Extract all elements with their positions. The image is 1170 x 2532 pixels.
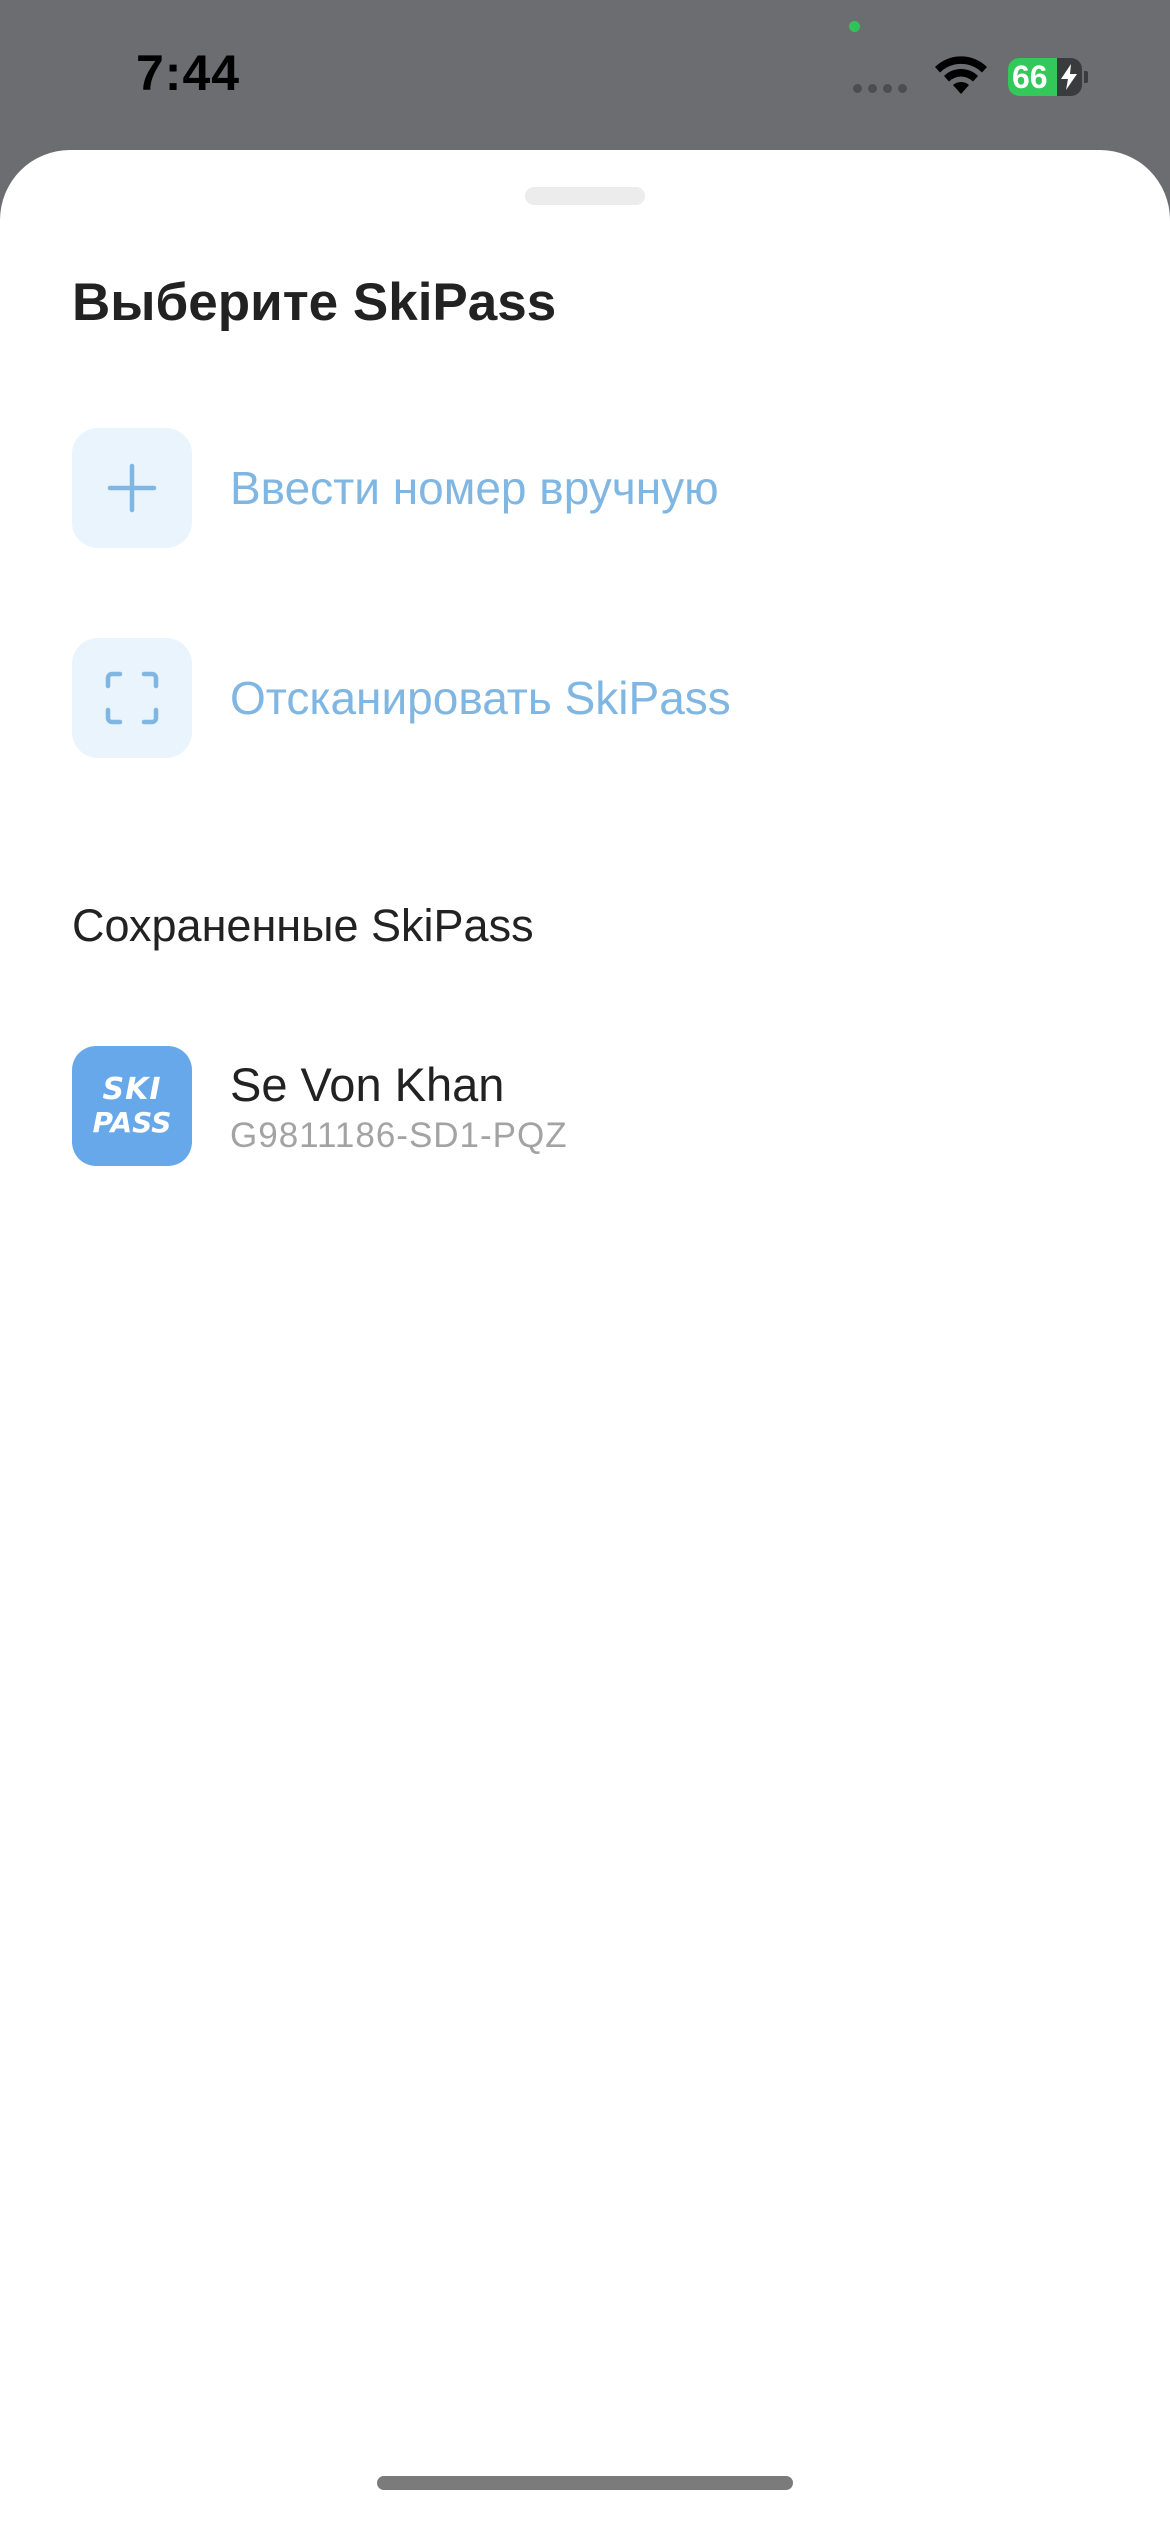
saved-skipass-text: Se Von Khan G9811186-SD1-PQZ <box>230 1057 568 1156</box>
saved-skipass-item[interactable]: SKI PASS Se Von Khan G9811186-SD1-PQZ <box>72 1045 1072 1167</box>
wifi-icon <box>935 56 987 94</box>
enter-number-manually-button[interactable]: Ввести номер вручную <box>72 427 1072 549</box>
enter-number-manually-label: Ввести номер вручную <box>230 462 719 514</box>
scan-frame-icon <box>72 638 192 758</box>
skipass-picker-sheet: Выберите SkiPass Ввести номер вручную От… <box>0 150 1170 2532</box>
skipass-logo: SKI PASS <box>72 1046 192 1166</box>
home-indicator[interactable] <box>377 2476 793 2490</box>
sheet-title: Выберите SkiPass <box>72 273 557 332</box>
sheet-grabber[interactable] <box>525 187 645 205</box>
battery-level-text: 66 <box>1012 59 1048 95</box>
plus-icon <box>72 428 192 548</box>
scan-skipass-label: Отсканировать SkiPass <box>230 672 731 724</box>
battery-icon: 66 <box>1008 58 1088 96</box>
status-bar: 7:44 66 <box>0 0 1170 150</box>
charging-bolt-icon <box>1061 64 1077 90</box>
scan-skipass-button[interactable]: Отсканировать SkiPass <box>72 637 1072 759</box>
saved-skipass-code: G9811186-SD1-PQZ <box>230 1115 568 1155</box>
status-time: 7:44 <box>136 45 241 101</box>
cellular-signal-icon <box>853 84 907 93</box>
saved-skipass-section-title: Сохраненные SkiPass <box>72 900 534 951</box>
saved-skipass-owner-name: Se Von Khan <box>230 1057 505 1111</box>
camera-indicator-dot <box>849 21 860 32</box>
